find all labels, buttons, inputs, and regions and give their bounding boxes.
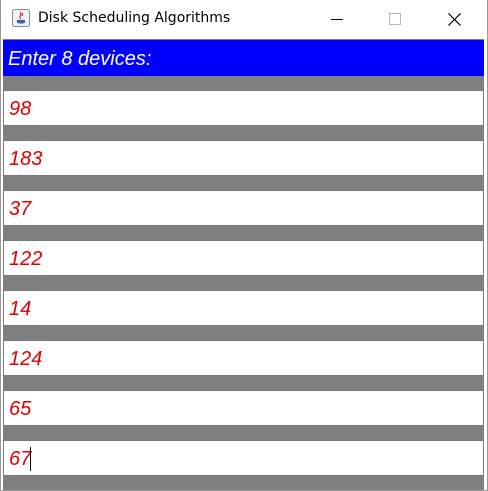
close-icon	[447, 12, 461, 26]
app-window: Disk Scheduling Algorithms Enter 8 devic…	[0, 0, 488, 491]
title-bar[interactable]: Disk Scheduling Algorithms	[1, 0, 487, 38]
device-value: 65	[9, 398, 32, 420]
device-value: 98	[9, 98, 32, 120]
device-input-8[interactable]: 67	[3, 440, 484, 476]
device-input-2[interactable]: 183	[3, 140, 484, 176]
device-input-7[interactable]: 65	[3, 390, 484, 426]
device-value: 124	[9, 348, 43, 370]
maximize-icon	[389, 13, 401, 25]
device-value: 183	[9, 148, 43, 170]
minimize-icon	[331, 19, 343, 20]
device-input-1[interactable]: 98	[3, 90, 484, 126]
minimize-button[interactable]	[314, 0, 360, 38]
device-value: 37	[9, 198, 32, 220]
device-value: 14	[9, 298, 32, 320]
device-input-4[interactable]: 122	[3, 240, 484, 276]
device-input-5[interactable]: 14	[3, 290, 484, 326]
device-value: 67	[9, 448, 32, 470]
prompt-label: Enter 8 devices:	[8, 48, 152, 70]
close-button[interactable]	[431, 0, 477, 38]
device-input-3[interactable]: 37	[3, 190, 484, 226]
maximize-button[interactable]	[372, 0, 418, 38]
text-cursor	[30, 447, 31, 471]
prompt-header: Enter 8 devices:	[3, 39, 484, 76]
device-value: 122	[9, 248, 43, 270]
java-app-icon[interactable]	[12, 9, 30, 27]
window-title: Disk Scheduling Algorithms	[38, 10, 231, 26]
device-input-6[interactable]: 124	[3, 340, 484, 376]
device-list: 98 183 37 122 14 124 65 67	[3, 76, 484, 490]
